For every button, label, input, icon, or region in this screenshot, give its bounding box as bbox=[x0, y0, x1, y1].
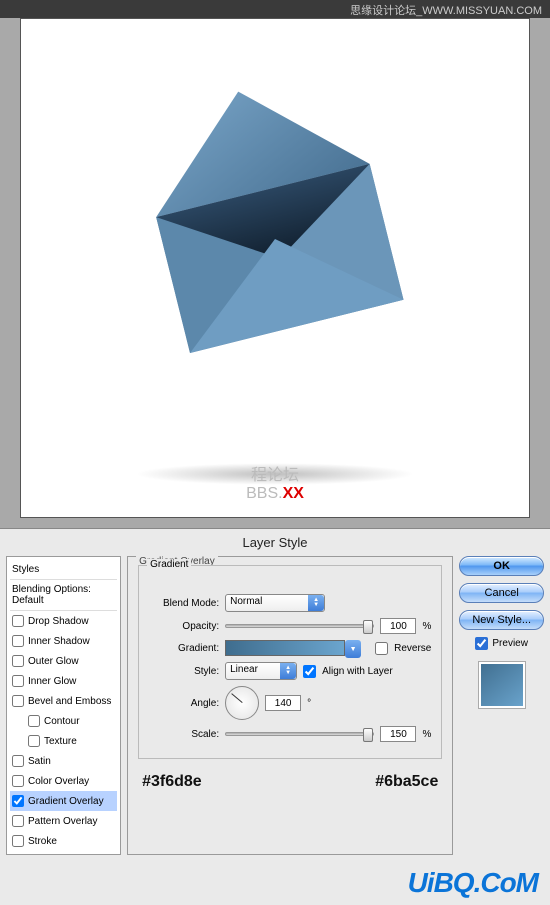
style-item-label: Stroke bbox=[28, 836, 57, 847]
style-item-label: Bevel and Emboss bbox=[28, 696, 111, 707]
style-item-label: Satin bbox=[28, 756, 51, 767]
reverse-checkbox[interactable] bbox=[375, 642, 388, 655]
dialog-title: Layer Style bbox=[0, 529, 550, 554]
style-checkbox[interactable] bbox=[28, 715, 40, 727]
blending-options-header[interactable]: Blending Options: Default bbox=[10, 580, 117, 611]
scale-unit: % bbox=[422, 729, 431, 740]
style-item-label: Inner Shadow bbox=[28, 636, 90, 647]
style-checkbox[interactable] bbox=[12, 675, 24, 687]
gradient-swatch[interactable]: ▼ bbox=[225, 640, 345, 656]
style-checkbox[interactable] bbox=[12, 775, 24, 787]
angle-dial[interactable] bbox=[225, 686, 259, 720]
style-item-texture[interactable]: Texture bbox=[10, 731, 117, 751]
dialog-buttons-column: OK Cancel New Style... Preview bbox=[459, 556, 544, 855]
style-checkbox[interactable] bbox=[12, 615, 24, 627]
scale-input[interactable] bbox=[380, 726, 416, 742]
style-item-inner-shadow[interactable]: Inner Shadow bbox=[10, 631, 117, 651]
opacity-label: Opacity: bbox=[149, 621, 219, 632]
align-label: Align with Layer bbox=[322, 666, 393, 677]
opacity-unit: % bbox=[422, 621, 431, 632]
new-style-button[interactable]: New Style... bbox=[459, 610, 544, 630]
angle-label: Angle: bbox=[149, 698, 219, 709]
gradient-overlay-panel: Gradient Overlay Gradient Blend Mode: No… bbox=[127, 556, 453, 855]
ok-button[interactable]: OK bbox=[459, 556, 544, 576]
subgroup-label: Gradient bbox=[147, 559, 191, 570]
styles-list: Styles Blending Options: Default Drop Sh… bbox=[6, 556, 121, 855]
gradient-style-select[interactable]: Linear ▲▼ bbox=[225, 662, 297, 680]
style-item-drop-shadow[interactable]: Drop Shadow bbox=[10, 611, 117, 631]
style-checkbox[interactable] bbox=[12, 795, 24, 807]
style-item-stroke[interactable]: Stroke bbox=[10, 831, 117, 851]
style-item-label: Gradient Overlay bbox=[28, 796, 104, 807]
source-watermark-text: 思缘设计论坛_WWW.MISSYUAN.COM bbox=[350, 5, 542, 17]
reverse-label: Reverse bbox=[394, 643, 431, 654]
angle-input[interactable] bbox=[265, 695, 301, 711]
dropdown-arrows-icon: ▲▼ bbox=[308, 595, 324, 611]
style-checkbox[interactable] bbox=[12, 635, 24, 647]
dropdown-arrows-icon: ▲▼ bbox=[280, 663, 296, 679]
document-canvas: 程论坛 BBS.XX bbox=[20, 18, 530, 518]
style-item-label: Pattern Overlay bbox=[28, 816, 97, 827]
style-item-contour[interactable]: Contour bbox=[10, 711, 117, 731]
style-item-gradient-overlay[interactable]: Gradient Overlay bbox=[10, 791, 117, 811]
style-label: Style: bbox=[149, 666, 219, 677]
blend-mode-label: Blend Mode: bbox=[149, 598, 219, 609]
opacity-slider[interactable] bbox=[225, 624, 374, 628]
style-item-color-overlay[interactable]: Color Overlay bbox=[10, 771, 117, 791]
style-item-inner-glow[interactable]: Inner Glow bbox=[10, 671, 117, 691]
source-watermark-bar: 思缘设计论坛_WWW.MISSYUAN.COM bbox=[0, 0, 550, 18]
footer-brand: UiBQ.CoM bbox=[408, 867, 538, 899]
style-checkbox[interactable] bbox=[12, 815, 24, 827]
envelope-icon bbox=[105, 69, 445, 412]
scale-label: Scale: bbox=[149, 729, 219, 740]
style-item-label: Contour bbox=[44, 716, 80, 727]
styles-header[interactable]: Styles bbox=[10, 560, 117, 580]
style-item-satin[interactable]: Satin bbox=[10, 751, 117, 771]
gradient-label: Gradient: bbox=[149, 643, 219, 654]
style-checkbox[interactable] bbox=[12, 755, 24, 767]
canvas-watermark: 程论坛 BBS.XX bbox=[21, 461, 529, 503]
style-item-label: Color Overlay bbox=[28, 776, 89, 787]
style-item-label: Outer Glow bbox=[28, 656, 79, 667]
cancel-button[interactable]: Cancel bbox=[459, 583, 544, 603]
blend-mode-select[interactable]: Normal ▲▼ bbox=[225, 594, 325, 612]
preview-label: Preview bbox=[492, 638, 528, 649]
style-checkbox[interactable] bbox=[12, 835, 24, 847]
style-item-bevel-and-emboss[interactable]: Bevel and Emboss bbox=[10, 691, 117, 711]
color-code-1: #3f6d8e bbox=[142, 773, 202, 791]
style-checkbox[interactable] bbox=[12, 655, 24, 667]
style-item-label: Inner Glow bbox=[28, 676, 76, 687]
color-code-2: #6ba5ce bbox=[375, 773, 438, 791]
preview-checkbox[interactable] bbox=[475, 637, 488, 650]
angle-unit: ° bbox=[307, 698, 311, 709]
canvas-background: 程论坛 BBS.XX bbox=[0, 18, 550, 528]
align-with-layer-checkbox[interactable] bbox=[303, 665, 316, 678]
style-checkbox[interactable] bbox=[12, 695, 24, 707]
style-item-label: Drop Shadow bbox=[28, 616, 89, 627]
dropdown-arrows-icon[interactable]: ▼ bbox=[345, 640, 361, 658]
style-item-outer-glow[interactable]: Outer Glow bbox=[10, 651, 117, 671]
style-item-pattern-overlay[interactable]: Pattern Overlay bbox=[10, 811, 117, 831]
gradient-color-codes: #3f6d8e #6ba5ce bbox=[138, 773, 442, 791]
style-item-label: Texture bbox=[44, 736, 77, 747]
scale-slider[interactable] bbox=[225, 732, 374, 736]
preview-swatch bbox=[478, 661, 526, 709]
opacity-input[interactable] bbox=[380, 618, 416, 634]
layer-style-dialog: Layer Style Styles Blending Options: Def… bbox=[0, 528, 550, 905]
gradient-subgroup: Gradient Blend Mode: Normal ▲▼ Opacity: … bbox=[138, 565, 442, 759]
style-checkbox[interactable] bbox=[28, 735, 40, 747]
